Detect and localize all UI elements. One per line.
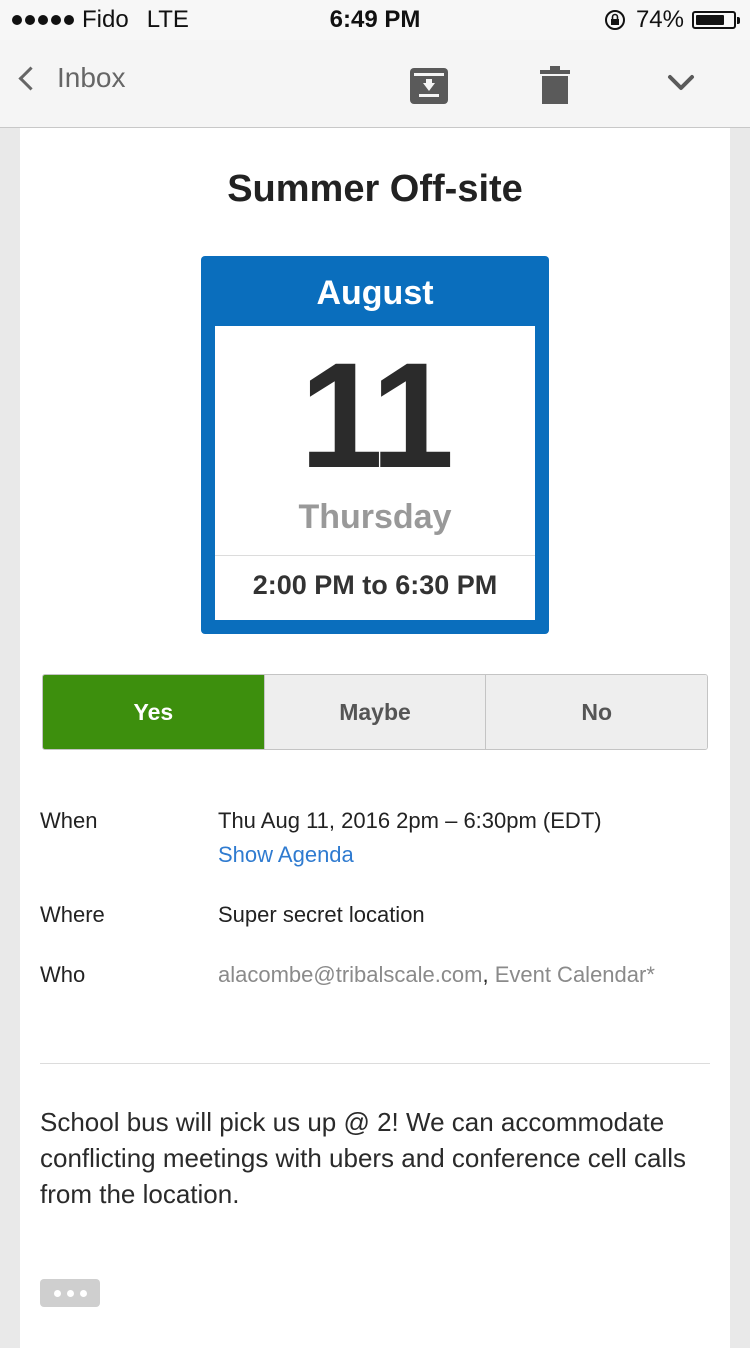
status-bar: Fido LTE 6:49 PM 74% xyxy=(0,0,750,40)
battery-icon xyxy=(692,11,740,29)
trash-icon[interactable] xyxy=(540,66,570,104)
calendar-inner: 11 Thursday 2:00 PM to 6:30 PM xyxy=(215,326,535,620)
battery-percent: 74% xyxy=(635,6,684,33)
section-divider xyxy=(40,1063,710,1064)
calendar-weekday: Thursday xyxy=(298,498,452,536)
rsvp-no-button[interactable]: No xyxy=(485,675,707,749)
attendee-event-calendar[interactable]: Event Calendar* xyxy=(495,962,655,987)
show-agenda-link[interactable]: Show Agenda xyxy=(218,842,354,868)
where-value: Super secret location xyxy=(218,902,425,927)
when-label: When xyxy=(40,808,98,833)
rotation-lock-icon xyxy=(604,10,625,30)
attendee-email[interactable]: alacombe@tribalscale.com xyxy=(218,962,482,987)
status-right: 74% xyxy=(604,6,740,34)
calendar-month: August xyxy=(316,274,434,312)
calendar-divider xyxy=(215,555,535,556)
back-label: Inbox xyxy=(57,62,126,93)
rsvp-group: Yes Maybe No xyxy=(42,674,708,750)
nav-bar: Inbox xyxy=(0,40,750,128)
calendar-time-range: 2:00 PM to 6:30 PM xyxy=(252,570,498,600)
show-trimmed-content-button[interactable] xyxy=(40,1279,100,1307)
event-title: Summer Off-site xyxy=(227,168,523,210)
who-value: alacombe@tribalscale.com, Event Calendar… xyxy=(218,962,655,988)
calendar-date-block: August 11 Thursday 2:00 PM to 6:30 PM xyxy=(201,256,549,634)
where-label: Where xyxy=(40,902,105,927)
chevron-down-icon[interactable] xyxy=(666,68,696,98)
attendee-separator: , xyxy=(482,962,495,987)
ellipsis-icon xyxy=(53,1289,61,1297)
archive-icon[interactable] xyxy=(410,68,448,104)
rsvp-maybe-button[interactable]: Maybe xyxy=(263,675,486,749)
chevron-left-icon xyxy=(18,65,43,91)
rsvp-yes-button[interactable]: Yes xyxy=(43,675,264,749)
calendar-day: 11 xyxy=(299,331,455,499)
when-value: Thu Aug 11, 2016 2pm – 6:30pm (EDT) xyxy=(218,808,602,833)
event-description: School bus will pick us up @ 2! We can a… xyxy=(40,1107,687,1209)
who-label: Who xyxy=(40,962,86,987)
back-to-inbox-button[interactable]: Inbox xyxy=(14,62,126,94)
